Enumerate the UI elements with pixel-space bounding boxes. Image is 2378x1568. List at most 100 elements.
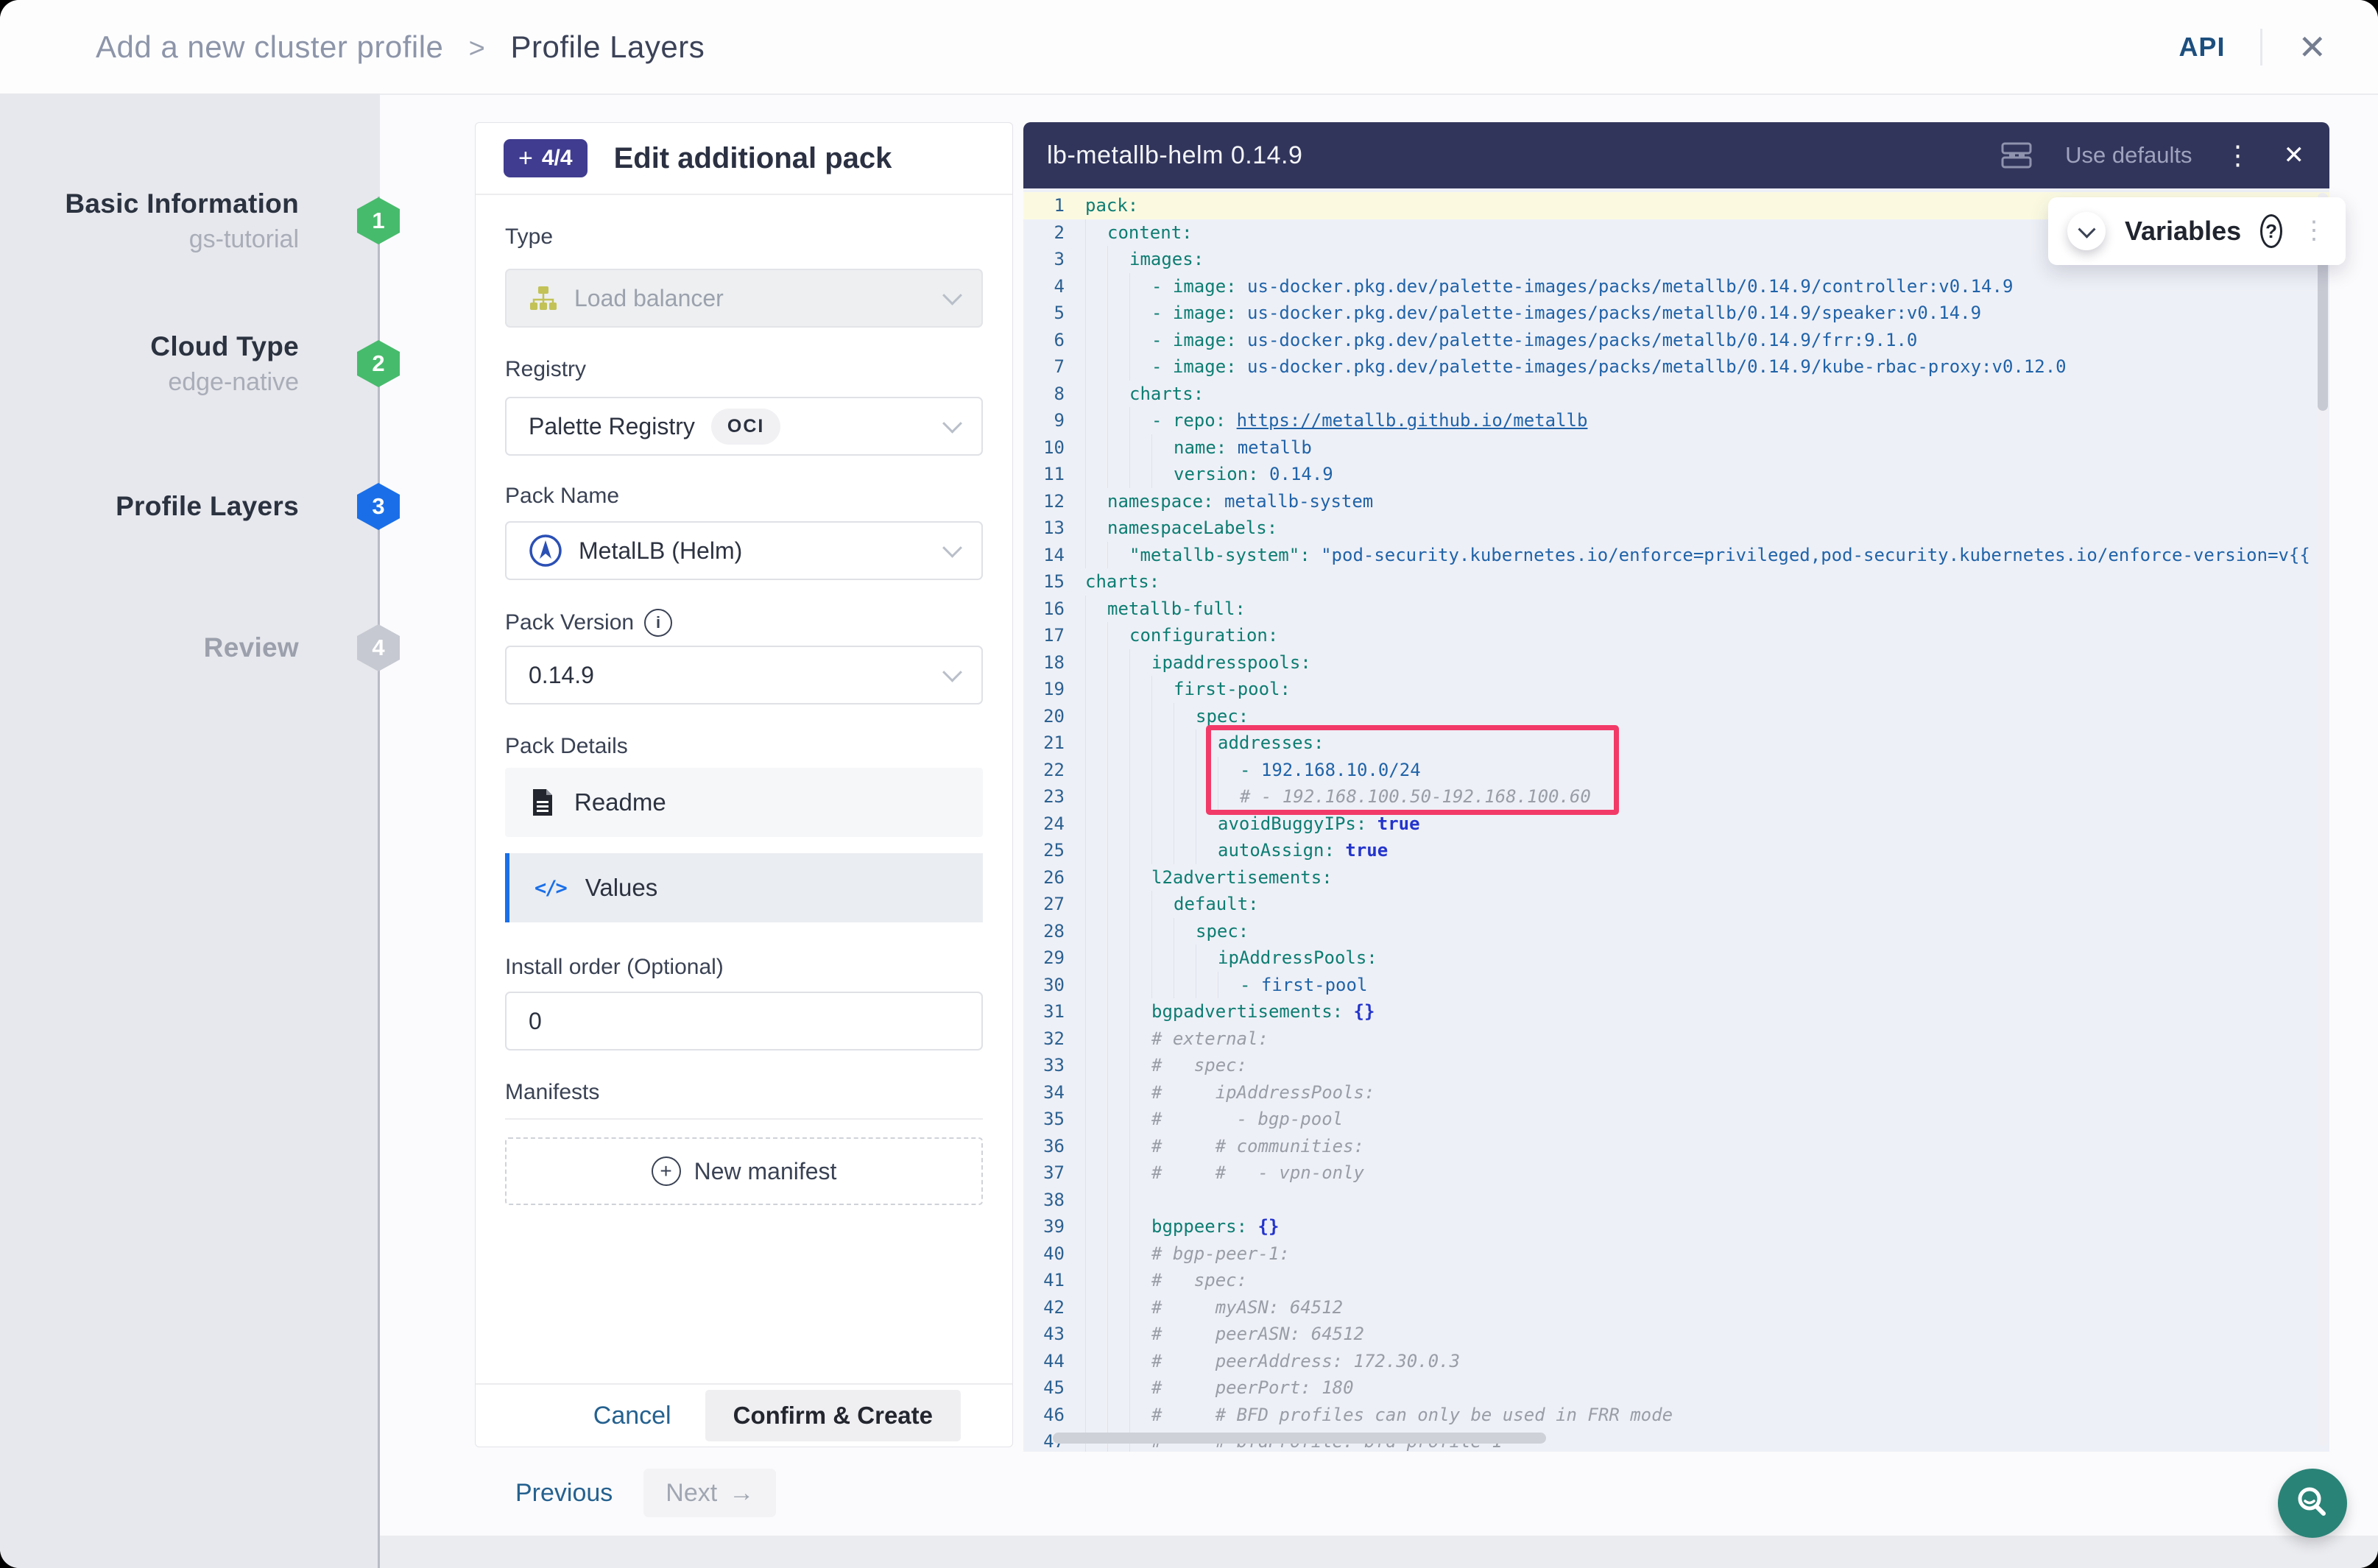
code-line[interactable]: 46# # BFD profiles can only be used in F… bbox=[1023, 1402, 2329, 1429]
pack-name-select[interactable]: MetalLB (Helm) bbox=[505, 521, 983, 580]
registry-select[interactable]: Palette Registry OCI bbox=[505, 397, 983, 456]
code-line[interactable]: 23# - 192.168.100.50-192.168.100.60 bbox=[1023, 783, 2329, 811]
code-line[interactable]: 27default: bbox=[1023, 891, 2329, 918]
use-defaults-button[interactable]: Use defaults bbox=[2065, 142, 2192, 169]
code-line[interactable]: 26l2advertisements: bbox=[1023, 864, 2329, 891]
code-line[interactable]: 37# # - vpn-only bbox=[1023, 1159, 2329, 1187]
stepper-step-cloud-type[interactable]: Cloud Type edge-native 2 bbox=[0, 332, 380, 395]
line-number: 1 bbox=[1023, 192, 1065, 219]
variables-kebab-icon[interactable]: ⋮ bbox=[2301, 221, 2326, 241]
install-order-input[interactable] bbox=[505, 992, 983, 1050]
code-line[interactable]: 14"metallb-system": "pod-security.kubern… bbox=[1023, 542, 2329, 569]
code-line[interactable]: 33# spec: bbox=[1023, 1052, 2329, 1079]
line-number: 13 bbox=[1023, 515, 1065, 542]
indent-guide bbox=[1107, 998, 1129, 1025]
stepper-step-profile-layers[interactable]: Profile Layers 3 bbox=[0, 475, 380, 538]
code-line[interactable]: 15charts: bbox=[1023, 568, 2329, 596]
kebab-menu-icon[interactable]: ⋮ bbox=[2225, 142, 2251, 169]
code-line[interactable]: 32# external: bbox=[1023, 1025, 2329, 1053]
indent-guide bbox=[1107, 381, 1129, 408]
indent-guide bbox=[1085, 944, 1107, 972]
code-line[interactable]: 28spec: bbox=[1023, 918, 2329, 945]
code-line[interactable]: 11version: 0.14.9 bbox=[1023, 461, 2329, 488]
readme-tab[interactable]: Readme bbox=[505, 768, 983, 837]
indent-guide bbox=[1151, 703, 1174, 730]
code-line[interactable]: 39bgppeers: {} bbox=[1023, 1213, 2329, 1240]
indent-guide bbox=[1085, 1402, 1107, 1429]
code-line[interactable]: 38 bbox=[1023, 1187, 2329, 1214]
code-line[interactable]: 44# peerAddress: 172.30.0.3 bbox=[1023, 1348, 2329, 1375]
indent-guide bbox=[1129, 1402, 1151, 1429]
indent-guide bbox=[1085, 864, 1107, 891]
indent-guide bbox=[1085, 1267, 1107, 1294]
values-tab[interactable]: </> Values bbox=[505, 853, 983, 922]
breadcrumb-parent-link[interactable]: Add a new cluster profile bbox=[96, 29, 443, 64]
cancel-button[interactable]: Cancel bbox=[593, 1402, 671, 1430]
indent-guide bbox=[1085, 972, 1107, 999]
indent-guide bbox=[1085, 757, 1107, 784]
diff-view-icon[interactable] bbox=[2000, 141, 2033, 169]
line-number: 2 bbox=[1023, 219, 1065, 247]
code-line[interactable]: 16metallb-full: bbox=[1023, 596, 2329, 623]
pack-version-value: 0.14.9 bbox=[529, 662, 594, 689]
indent-guide bbox=[1196, 837, 1218, 864]
new-manifest-button[interactable]: + New manifest bbox=[505, 1137, 983, 1205]
code-line[interactable]: 5- image: us-docker.pkg.dev/palette-imag… bbox=[1023, 300, 2329, 327]
indent-guide bbox=[1085, 918, 1107, 945]
line-number: 29 bbox=[1023, 944, 1065, 972]
code-line[interactable]: 4- image: us-docker.pkg.dev/palette-imag… bbox=[1023, 273, 2329, 300]
close-icon[interactable]: ✕ bbox=[2298, 30, 2326, 64]
next-button[interactable]: Next → bbox=[643, 1469, 776, 1517]
indent-guide bbox=[1129, 918, 1151, 945]
code-line[interactable]: 13namespaceLabels: bbox=[1023, 515, 2329, 542]
line-number: 18 bbox=[1023, 649, 1065, 677]
line-number: 9 bbox=[1023, 407, 1065, 434]
code-line[interactable]: 17configuration: bbox=[1023, 622, 2329, 649]
indent-guide bbox=[1129, 703, 1151, 730]
code-line[interactable]: 9- repo: https://metallb.github.io/metal… bbox=[1023, 407, 2329, 434]
code-line[interactable]: 21addresses: bbox=[1023, 730, 2329, 757]
help-icon[interactable]: ? bbox=[2260, 214, 2282, 248]
code-line[interactable]: 35# - bgp-pool bbox=[1023, 1106, 2329, 1133]
code-line[interactable]: 36# # communities: bbox=[1023, 1133, 2329, 1160]
indent-guide bbox=[1129, 864, 1151, 891]
stepper-step-review[interactable]: Review 4 bbox=[0, 616, 380, 679]
search-fab-button[interactable] bbox=[2278, 1469, 2347, 1538]
code-line[interactable]: 20spec: bbox=[1023, 703, 2329, 730]
code-line[interactable]: 42# myASN: 64512 bbox=[1023, 1294, 2329, 1321]
code-line[interactable]: 41# spec: bbox=[1023, 1267, 2329, 1294]
code-line[interactable]: 40# bgp-peer-1: bbox=[1023, 1240, 2329, 1268]
code-line[interactable]: 12namespace: metallb-system bbox=[1023, 488, 2329, 515]
confirm-create-button[interactable]: Confirm & Create bbox=[705, 1390, 961, 1441]
code-line[interactable]: 7- image: us-docker.pkg.dev/palette-imag… bbox=[1023, 353, 2329, 381]
code-line[interactable]: 25autoAssign: true bbox=[1023, 837, 2329, 864]
editor-close-icon[interactable]: ✕ bbox=[2284, 143, 2305, 168]
indent-guide bbox=[1085, 1348, 1107, 1375]
indent-guide bbox=[1107, 1187, 1129, 1214]
registry-label: Registry bbox=[505, 357, 983, 382]
variables-collapse-button[interactable] bbox=[2067, 212, 2106, 250]
info-icon[interactable]: i bbox=[644, 609, 672, 637]
code-line[interactable]: 24avoidBuggyIPs: true bbox=[1023, 811, 2329, 838]
code-line[interactable]: 22- 192.168.10.0/24 bbox=[1023, 757, 2329, 784]
variables-label: Variables bbox=[2125, 216, 2241, 247]
code-line[interactable]: 8charts: bbox=[1023, 381, 2329, 408]
code-line[interactable]: 45# peerPort: 180 bbox=[1023, 1374, 2329, 1402]
code-line[interactable]: 34# ipAddressPools: bbox=[1023, 1079, 2329, 1106]
code-line[interactable]: 10name: metallb bbox=[1023, 434, 2329, 462]
stepper-step-basic-information[interactable]: Basic Information gs-tutorial 1 bbox=[0, 189, 380, 252]
indent-guide bbox=[1107, 649, 1129, 677]
previous-button[interactable]: Previous bbox=[515, 1479, 613, 1508]
api-link[interactable]: API bbox=[2178, 32, 2225, 63]
code-line[interactable]: 6- image: us-docker.pkg.dev/palette-imag… bbox=[1023, 327, 2329, 354]
code-line[interactable]: 19first-pool: bbox=[1023, 676, 2329, 703]
code-line[interactable]: 18ipaddresspools: bbox=[1023, 649, 2329, 677]
pack-version-select[interactable]: 0.14.9 bbox=[505, 646, 983, 704]
code-line[interactable]: 43# peerASN: 64512 bbox=[1023, 1321, 2329, 1348]
code-lines[interactable]: 1pack:2content:3images:4- image: us-dock… bbox=[1023, 188, 2329, 1452]
code-line[interactable]: 31bgpadvertisements: {} bbox=[1023, 998, 2329, 1025]
horizontal-scrollbar[interactable] bbox=[1053, 1433, 1546, 1444]
code-line[interactable]: 29ipAddressPools: bbox=[1023, 944, 2329, 972]
indent-guide bbox=[1107, 783, 1129, 811]
code-line[interactable]: 30- first-pool bbox=[1023, 972, 2329, 999]
